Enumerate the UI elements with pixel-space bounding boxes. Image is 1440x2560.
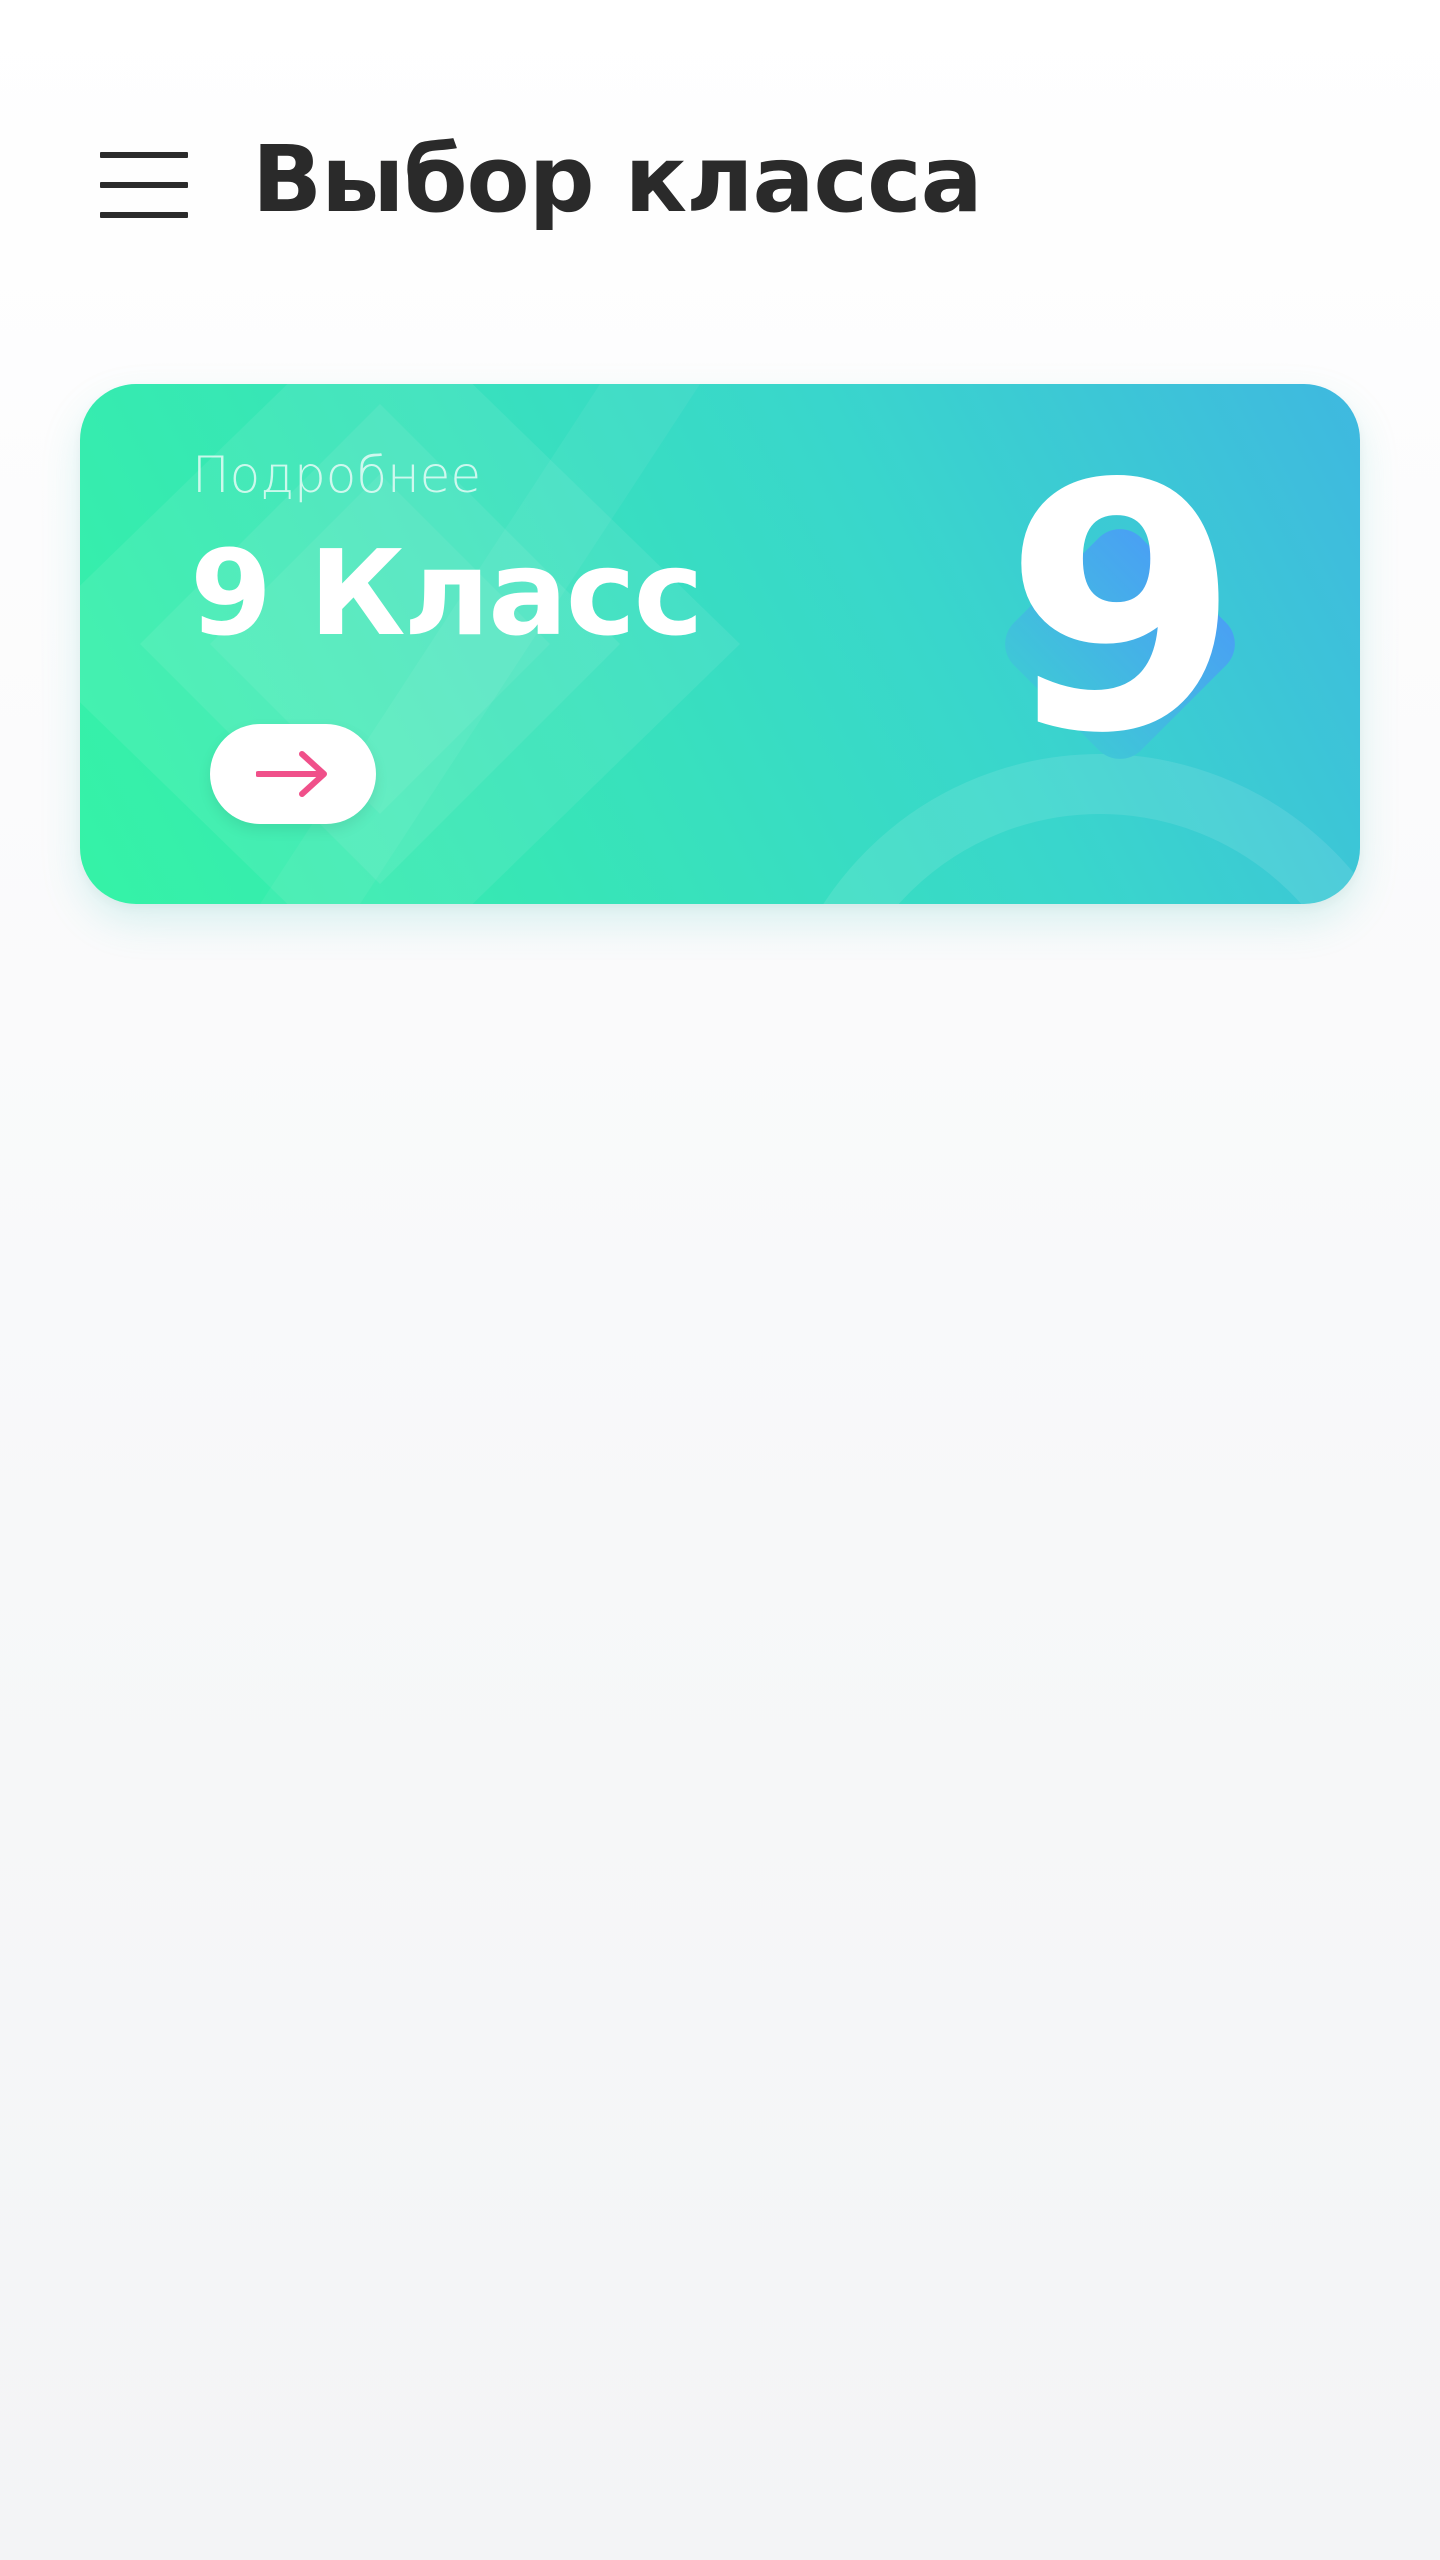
app-header: Выбор класса (0, 0, 1440, 340)
grade-card[interactable]: 9 Подробнее 9 Класс (80, 384, 1360, 904)
card-subtitle[interactable]: Подробнее (192, 446, 481, 504)
arrow-right-icon (256, 751, 327, 797)
page-title: Выбор класса (252, 126, 983, 233)
open-grade-button[interactable] (210, 724, 376, 824)
grade-big-number: 9 (1003, 412, 1241, 808)
card-title: 9 Класс (190, 524, 704, 662)
menu-button[interactable] (96, 148, 192, 224)
